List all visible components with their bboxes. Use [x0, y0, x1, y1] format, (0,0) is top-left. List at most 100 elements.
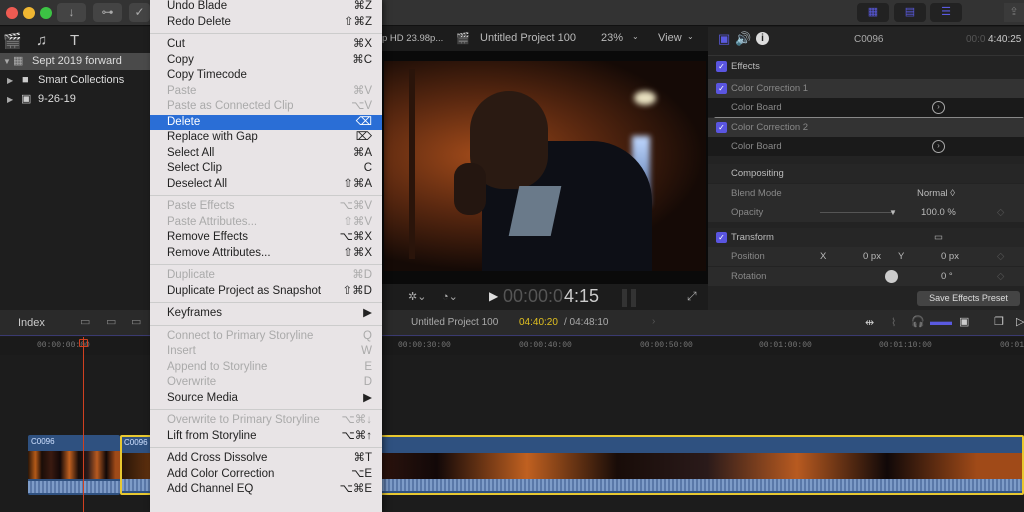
info-icon[interactable]: i: [756, 32, 769, 45]
menu-item-add-channel-eq[interactable]: Add Channel EQ ⌥⌘E: [150, 482, 382, 498]
background-tasks-button[interactable]: ✓: [129, 3, 150, 22]
effects-section[interactable]: ✓ Effects: [708, 57, 1024, 76]
menu-item-duplicate-project-as-snapshot[interactable]: Duplicate Project as Snapshot ⇧⌘D: [150, 284, 382, 300]
view-menu[interactable]: View: [658, 32, 682, 44]
close-window-button[interactable]: [6, 7, 18, 19]
timeline-layout-button[interactable]: ▤: [894, 3, 926, 22]
chevron-down-icon[interactable]: ⌄: [632, 32, 639, 41]
audio-skimming-icon[interactable]: ⌇: [891, 316, 896, 329]
import-button[interactable]: ↓: [57, 3, 86, 22]
clip-appearance-icon[interactable]: ❐: [994, 315, 1004, 328]
share-button[interactable]: ⇪: [1004, 3, 1024, 22]
keyframe-icon[interactable]: ◇: [997, 247, 1004, 266]
menu-item-delete[interactable]: Delete ⌫: [150, 114, 382, 130]
menu-item-deselect-all[interactable]: Deselect All ⇧⌘A: [150, 177, 382, 193]
checkbox-icon[interactable]: ✓: [716, 232, 727, 243]
keyframe-icon[interactable]: ◇: [997, 267, 1004, 286]
transform-section[interactable]: ✓ Transform ▭: [708, 228, 1024, 247]
checkbox-icon[interactable]: ✓: [716, 61, 727, 72]
menu-item-replace-with-gap[interactable]: Replace with Gap ⌦: [150, 130, 382, 146]
viewer-canvas[interactable]: [382, 51, 708, 284]
speed-icon[interactable]: ◔⌄: [442, 290, 458, 303]
menu-item-copy[interactable]: Copy ⌘C: [150, 53, 382, 69]
library-item[interactable]: ▶ ■ Smart Collections: [0, 72, 150, 89]
menu-item-remove-attributes[interactable]: Remove Attributes... ⇧⌘X: [150, 246, 382, 262]
rotation-value[interactable]: 0 °: [941, 267, 953, 286]
keyframe-icon[interactable]: ◇: [997, 203, 1004, 222]
go-arrow-icon[interactable]: ›: [932, 140, 945, 153]
photos-audio-icon[interactable]: ♫: [36, 32, 47, 49]
menu-item-add-cross-dissolve[interactable]: Add Cross Dissolve ⌘T: [150, 451, 382, 467]
menu-item-lift-from-storyline[interactable]: Lift from Storyline ⌥⌘↑: [150, 429, 382, 445]
menu-separator: [150, 302, 382, 303]
rotation-dial[interactable]: [885, 270, 898, 283]
menu-item-redo-delete[interactable]: Redo Delete ⇧⌘Z: [150, 15, 382, 31]
inspector-layout-button[interactable]: ☰: [930, 3, 962, 22]
blend-mode-row: Blend Mode Normal ◊: [708, 184, 1024, 203]
menu-item-undo-blade[interactable]: Undo Blade ⌘Z: [150, 0, 382, 15]
menu-item-select-clip[interactable]: Select Clip C: [150, 161, 382, 177]
go-arrow-icon[interactable]: ›: [932, 101, 945, 114]
slider-thumb-icon[interactable]: ▼: [889, 203, 897, 222]
check-icon: ✓: [134, 5, 145, 19]
clip-append-icon[interactable]: ▭: [131, 315, 141, 328]
playhead[interactable]: [83, 337, 84, 512]
menu-item-copy-timecode[interactable]: Copy Timecode: [150, 68, 382, 84]
browser-layout-button[interactable]: ▦: [857, 3, 889, 22]
minimize-window-button[interactable]: [23, 7, 35, 19]
skimming-icon[interactable]: ⇹: [865, 316, 874, 329]
menu-item-keyframes[interactable]: Keyframes ▶: [150, 306, 382, 322]
opacity-slider[interactable]: [820, 212, 895, 213]
libraries-icon[interactable]: 🎬: [3, 32, 22, 50]
checkbox-icon[interactable]: ✓: [716, 122, 727, 133]
fullscreen-icon[interactable]: ⤢: [687, 289, 697, 304]
timeline-clip[interactable]: C0096: [28, 435, 120, 495]
snapping-icon[interactable]: ▬▬: [930, 316, 952, 328]
menu-item-label: Paste: [167, 84, 197, 97]
menu-item-source-media[interactable]: Source Media ▶: [150, 391, 382, 407]
position-x-value[interactable]: 0 px: [863, 247, 881, 266]
clip-thumbnails: [28, 451, 120, 479]
menu-item-remove-effects[interactable]: Remove Effects ⌥⌘X: [150, 230, 382, 246]
clip-connect-icon[interactable]: ▭: [106, 315, 116, 328]
keyword-button[interactable]: ⊶: [93, 3, 122, 22]
transform-tool-icon[interactable]: ✲⌄: [408, 290, 426, 303]
menu-item-select-all[interactable]: Select All ⌘A: [150, 146, 382, 162]
clip-label: C0096: [124, 438, 148, 447]
clip-name: C0096: [854, 34, 884, 45]
effect-color-correction-1[interactable]: ✓ Color Correction 1: [708, 79, 1024, 98]
zoom-window-button[interactable]: [40, 7, 52, 19]
menu-shortcut: ⌘D: [352, 269, 372, 281]
titles-generators-icon[interactable]: T: [70, 32, 79, 49]
solo-icon[interactable]: ▣: [959, 315, 969, 328]
opacity-value[interactable]: 100.0 %: [921, 203, 956, 222]
position-y-value[interactable]: 0 px: [941, 247, 959, 266]
color-board-row[interactable]: Color Board ›: [708, 98, 1024, 117]
play-icon[interactable]: ▶: [489, 289, 498, 303]
effects-label: Effects: [731, 61, 760, 72]
checkbox-icon[interactable]: ✓: [716, 83, 727, 94]
ruler-tick: 00:01:10:00: [879, 341, 932, 350]
zoom-level[interactable]: 23%: [601, 32, 623, 44]
library-item[interactable]: ▼ ▦ Sept 2019 forward: [0, 53, 150, 70]
timecode-display[interactable]: 4:15: [564, 286, 599, 307]
index-button[interactable]: Index: [18, 317, 45, 329]
menu-item-add-color-correction[interactable]: Add Color Correction ⌥E: [150, 467, 382, 483]
audio-inspector-icon[interactable]: 🔊: [735, 31, 751, 47]
library-item[interactable]: ▶ ▣ 9-26-19: [0, 91, 150, 108]
onscreen-controls-icon[interactable]: ▭: [934, 228, 943, 247]
ruler-tick: 00:01:00:00: [759, 341, 812, 350]
menu-item-cut[interactable]: Cut ⌘X: [150, 37, 382, 53]
effects-browser-icon[interactable]: ▷: [1016, 315, 1024, 328]
headphones-icon[interactable]: 🎧: [911, 315, 925, 328]
color-board-row[interactable]: Color Board ›: [708, 137, 1024, 156]
blend-mode-select[interactable]: Normal ◊: [917, 184, 955, 203]
forward-icon[interactable]: ›: [652, 316, 655, 327]
save-effects-preset-button[interactable]: Save Effects Preset: [917, 291, 1020, 306]
effect-color-correction-2[interactable]: ✓ Color Correction 2: [708, 118, 1024, 137]
compositing-section[interactable]: Compositing: [708, 164, 1024, 183]
playhead-handle[interactable]: [79, 339, 88, 347]
clip-appearance-icon[interactable]: ▭: [80, 315, 90, 328]
video-inspector-icon[interactable]: ▣: [718, 31, 730, 47]
menu-item-overwrite: Overwrite D: [150, 375, 382, 391]
